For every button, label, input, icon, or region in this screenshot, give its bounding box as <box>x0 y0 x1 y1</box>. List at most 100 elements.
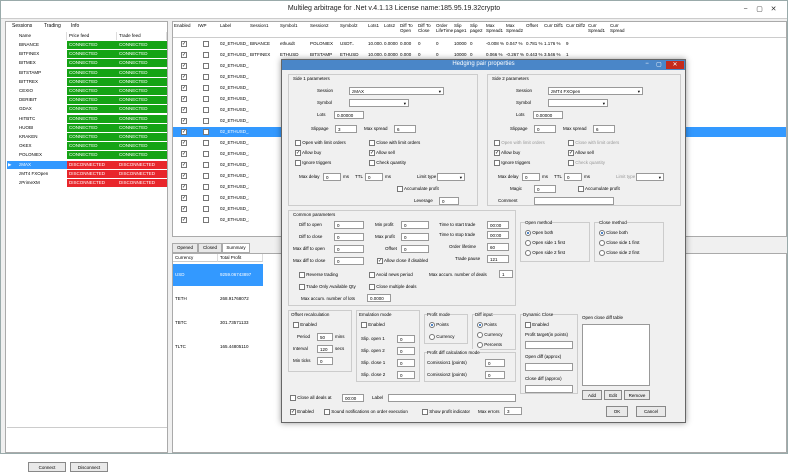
iwp-checkbox[interactable] <box>203 85 209 91</box>
order-lifetime-input[interactable]: 60 <box>487 243 509 251</box>
max-profit-input[interactable]: 0 <box>401 233 429 241</box>
comm1-input[interactable]: 0 <box>485 359 505 367</box>
comm2-input[interactable]: 0 <box>485 371 505 379</box>
session-name[interactable]: BITTREX <box>17 78 67 86</box>
side2-accum-profit[interactable]: Accumulate profit <box>578 185 620 192</box>
max-accum-deals-input[interactable]: 1 <box>499 270 513 278</box>
session-name[interactable]: GDAX <box>17 105 67 113</box>
enabled-checkbox[interactable]: ✓ <box>181 162 187 168</box>
session-name[interactable]: BITSTAMP <box>17 69 67 77</box>
trade-pause-input[interactable]: 121 <box>487 255 509 263</box>
side1-maxdelay-input[interactable]: 0 <box>323 173 341 181</box>
enabled-checkbox[interactable]: ✓ <box>181 173 187 179</box>
reverse-trading-checkbox[interactable]: Reverse trading <box>299 271 338 278</box>
ok-button[interactable]: OK <box>606 406 628 417</box>
side2-symbol-select[interactable]: ▾ <box>548 99 608 107</box>
session-name[interactable]: BINANCE <box>17 41 67 49</box>
diff-currency-radio[interactable]: Currency <box>477 331 503 338</box>
sound-checkbox[interactable]: Sound notifications on order execution <box>324 408 408 415</box>
cancel-button[interactable]: Cancel <box>636 406 666 417</box>
side2-close-limit[interactable]: Close with limit orders <box>568 139 619 146</box>
side2-maxspread-input[interactable]: 6 <box>593 125 615 133</box>
menu-trading[interactable]: Trading <box>44 23 61 29</box>
tab-opened[interactable]: Opened <box>172 243 198 253</box>
iwp-checkbox[interactable] <box>203 63 209 69</box>
side1-close-limit[interactable]: Close with limit orders <box>369 139 420 146</box>
slip-open1-input[interactable]: 0 <box>397 335 415 343</box>
enabled-checkbox[interactable]: ✓ <box>181 96 187 102</box>
disconnect-button[interactable]: Disconnect <box>70 462 108 472</box>
remove-button[interactable]: Remove <box>624 390 650 400</box>
enabled-checkbox[interactable]: ✓ <box>181 118 187 124</box>
add-button[interactable]: Add <box>582 390 602 400</box>
show-profit-checkbox[interactable]: Show profit indicator <box>422 408 470 415</box>
max-diff-open-input[interactable]: 0 <box>334 245 364 253</box>
avoid-news-checkbox[interactable]: Avoid news period <box>369 271 413 278</box>
iwp-checkbox[interactable] <box>203 118 209 124</box>
offset-enabled-checkbox[interactable]: Enabled <box>293 321 317 328</box>
side2-allow-buy[interactable]: ✓ Allow buy <box>494 149 520 156</box>
maximize-button[interactable]: ▢ <box>753 4 766 15</box>
iwp-checkbox[interactable] <box>203 74 209 80</box>
max-errors-input[interactable]: 3 <box>504 407 522 415</box>
iwp-checkbox[interactable] <box>203 151 209 157</box>
side1-session-select[interactable]: zMAX ▾ <box>349 87 444 95</box>
side2-open-limit[interactable]: Open with limit orders <box>494 139 545 146</box>
menu-sessions[interactable]: Sessions <box>12 23 32 29</box>
table-row[interactable]: ✓ 02_ETHUSD_10BINANCE ethusdt POLONIEX USDT.… <box>173 39 786 49</box>
offset-input[interactable]: 0 <box>401 245 429 253</box>
open-side2-radio[interactable]: Open side 2 first <box>525 249 565 256</box>
start-trade-input[interactable]: 00:00 <box>487 221 509 229</box>
slip-close1-input[interactable]: 0 <box>397 359 415 367</box>
trade-only-checkbox[interactable]: Trade Only Available Qty <box>299 283 356 290</box>
open-both-radio[interactable]: Open both <box>525 229 553 236</box>
iwp-checkbox[interactable] <box>203 195 209 201</box>
side1-check-quantity[interactable]: Check quantity <box>369 159 406 166</box>
diff-table-list[interactable] <box>582 324 650 386</box>
enabled-checkbox[interactable]: ✓ Enabled <box>290 408 314 415</box>
iwp-checkbox[interactable] <box>203 217 209 223</box>
allow-close-checkbox[interactable]: ✓ Allow close if disabled <box>377 257 428 264</box>
side2-session-select[interactable]: zMT4 FXOpen ▾ <box>548 87 643 95</box>
session-name[interactable]: BITFINEX <box>17 50 67 58</box>
side1-limit-type-select[interactable]: ▾ <box>437 173 465 181</box>
enabled-checkbox[interactable]: ✓ <box>181 151 187 157</box>
menu-info[interactable]: Info <box>71 23 79 29</box>
session-name[interactable]: HUOBI <box>17 124 67 132</box>
enabled-checkbox[interactable]: ✓ <box>181 195 187 201</box>
side2-limit-type-select[interactable]: ▾ <box>636 173 664 181</box>
session-name[interactable]: DERIBIT <box>17 96 67 104</box>
side1-accum-profit[interactable]: Accumulate profit <box>397 185 439 192</box>
close-both-radio[interactable]: Close both <box>599 229 628 236</box>
dialog-minimize-button[interactable]: − <box>642 61 652 69</box>
max-accum-lots-input[interactable]: 0.0000 <box>367 294 391 302</box>
max-diff-close-input[interactable]: 0 <box>334 257 364 265</box>
emulation-enabled-checkbox[interactable]: Enabled <box>361 321 385 328</box>
enabled-checkbox[interactable]: ✓ <box>181 129 187 135</box>
close-diff-input[interactable] <box>525 385 573 393</box>
close-side1-radio[interactable]: Close side 1 first <box>599 239 640 246</box>
iwp-checkbox[interactable] <box>203 41 209 47</box>
enabled-checkbox[interactable]: ✓ <box>181 52 187 58</box>
tab-summary[interactable]: Summary <box>222 243 250 253</box>
period-input[interactable]: 50 <box>317 333 333 341</box>
iwp-checkbox[interactable] <box>203 173 209 179</box>
enabled-checkbox[interactable]: ✓ <box>181 206 187 212</box>
session-name[interactable]: KRAKEN <box>17 133 67 141</box>
stop-trade-input[interactable]: 00:00 <box>487 231 509 239</box>
enabled-checkbox[interactable]: ✓ <box>181 63 187 69</box>
iwp-checkbox[interactable] <box>203 52 209 58</box>
diff-percents-radio[interactable]: Percents <box>477 341 502 348</box>
side2-magic-input[interactable]: 0 <box>534 185 556 193</box>
dialog-maximize-button[interactable]: ▢ <box>654 61 664 69</box>
close-side2-radio[interactable]: Close side 2 first <box>599 249 640 256</box>
session-name[interactable]: zPrimeXM <box>17 179 67 187</box>
iwp-checkbox[interactable] <box>203 96 209 102</box>
enabled-checkbox[interactable]: ✓ <box>181 217 187 223</box>
side1-maxspread-input[interactable]: 6 <box>394 125 416 133</box>
slip-open2-input[interactable]: 0 <box>397 347 415 355</box>
close-multiple-checkbox[interactable]: Close multiple deals <box>369 283 417 290</box>
session-name[interactable]: CEXIO <box>17 87 67 95</box>
side1-ignore-triggers[interactable]: Ignore triggers <box>295 159 331 166</box>
min-ticks-input[interactable]: 0 <box>317 357 333 365</box>
